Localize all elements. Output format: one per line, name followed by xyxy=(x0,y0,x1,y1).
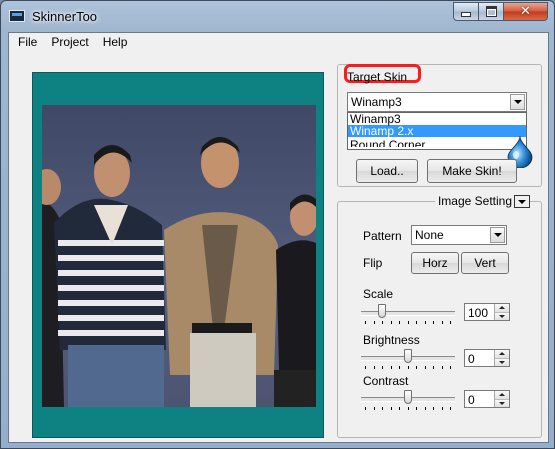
target-skin-label: Target Skin xyxy=(347,70,408,84)
minimize-icon xyxy=(461,12,471,17)
contrast-slider-thumb[interactable] xyxy=(404,390,412,404)
slider-tick xyxy=(441,366,443,369)
slider-tick xyxy=(407,407,409,410)
slider-tick xyxy=(390,366,392,369)
client-area: File Project Help Target Skin Winamp3 Wi… xyxy=(8,32,549,443)
image-setting-label: Image Setting xyxy=(434,194,515,208)
chevron-down-icon xyxy=(518,199,526,204)
slider-tick xyxy=(365,321,366,324)
slider-tick xyxy=(433,366,434,369)
contrast-spinbox[interactable]: 0 xyxy=(464,390,510,408)
contrast-value: 0 xyxy=(468,393,475,407)
slider-tick xyxy=(373,407,375,410)
brightness-slider[interactable] xyxy=(361,347,455,369)
image-preview-panel xyxy=(32,72,324,438)
menu-help[interactable]: Help xyxy=(96,33,135,52)
brightness-spinbox[interactable]: 0 xyxy=(464,349,510,367)
window-title: SkinnerToo xyxy=(32,9,98,24)
scale-slider-thumb[interactable] xyxy=(378,304,386,318)
slider-tick xyxy=(390,407,392,410)
brightness-down-button[interactable] xyxy=(494,358,509,366)
slider-tick xyxy=(424,407,426,410)
chevron-down-icon[interactable] xyxy=(510,94,525,110)
slider-tick xyxy=(450,321,451,324)
brightness-slider-thumb[interactable] xyxy=(404,349,412,363)
scale-value: 100 xyxy=(468,306,489,320)
scale-up-button[interactable] xyxy=(494,304,509,313)
slider-tick xyxy=(373,366,375,369)
slider-tick xyxy=(416,366,417,369)
slider-tick xyxy=(433,321,434,324)
slider-tick xyxy=(441,407,443,410)
slider-tick xyxy=(407,321,409,324)
slider-tick xyxy=(416,321,417,324)
pattern-value: None xyxy=(415,228,444,242)
caption-buttons: ✕ xyxy=(453,2,548,22)
slider-tick xyxy=(382,321,383,324)
option-round-corner[interactable]: Round Corner xyxy=(348,137,526,147)
maximize-icon xyxy=(485,6,497,17)
make-skin-button[interactable]: Make Skin! xyxy=(427,159,517,183)
menu-file[interactable]: File xyxy=(9,33,44,52)
preview-photo xyxy=(42,105,316,407)
load-button[interactable]: Load.. xyxy=(356,159,418,183)
target-skin-select[interactable]: Winamp3 xyxy=(347,92,527,112)
contrast-slider[interactable] xyxy=(361,388,455,410)
pattern-label: Pattern xyxy=(363,229,402,243)
slider-tick xyxy=(382,366,383,369)
app-window: SkinnerToo ✕ File Project Help Target Sk… xyxy=(0,0,555,449)
contrast-label: Contrast xyxy=(363,374,409,388)
brightness-value: 0 xyxy=(468,352,475,366)
menu-project[interactable]: Project xyxy=(44,33,95,52)
slider-tick xyxy=(424,321,426,324)
close-button[interactable]: ✕ xyxy=(504,2,548,21)
brightness-label: Brightness xyxy=(363,333,420,347)
slider-tick xyxy=(365,366,366,369)
slider-tick xyxy=(416,407,417,410)
slider-tick xyxy=(365,407,366,410)
chevron-down-icon[interactable] xyxy=(490,227,505,243)
slider-tick xyxy=(433,407,434,410)
target-skin-value: Winamp3 xyxy=(351,95,402,109)
slider-tick xyxy=(441,321,443,324)
scale-label: Scale xyxy=(363,287,394,301)
minimize-button[interactable] xyxy=(453,2,479,21)
slider-tick xyxy=(424,366,426,369)
menu-bar: File Project Help xyxy=(9,33,548,52)
flip-horz-button[interactable]: Horz xyxy=(411,252,459,274)
slider-tick xyxy=(399,366,400,369)
slider-tick xyxy=(407,366,409,369)
scale-slider[interactable] xyxy=(361,302,455,324)
image-setting-toggle[interactable] xyxy=(514,195,530,208)
contrast-up-button[interactable] xyxy=(494,391,509,400)
brightness-up-button[interactable] xyxy=(494,350,509,359)
slider-tick xyxy=(450,407,451,410)
app-icon[interactable] xyxy=(9,10,25,22)
slider-tick xyxy=(399,407,400,410)
slider-tick xyxy=(382,407,383,410)
slider-tick xyxy=(450,366,451,369)
pattern-select[interactable]: None xyxy=(411,225,507,245)
slider-tick xyxy=(399,321,400,324)
maximize-button[interactable] xyxy=(479,2,504,21)
flip-label: Flip xyxy=(363,256,383,270)
option-winamp2[interactable]: Winamp 2.x xyxy=(348,125,526,137)
contrast-down-button[interactable] xyxy=(494,399,509,407)
title-bar[interactable]: SkinnerToo ✕ xyxy=(1,1,554,31)
slider-tick xyxy=(373,321,375,324)
close-icon: ✕ xyxy=(520,4,531,19)
scale-down-button[interactable] xyxy=(494,312,509,320)
target-skin-dropdown: Winamp3 Winamp 2.x Round Corner xyxy=(347,112,527,150)
flip-vert-button[interactable]: Vert xyxy=(461,252,509,274)
slider-tick xyxy=(390,321,392,324)
scale-spinbox[interactable]: 100 xyxy=(464,303,510,321)
